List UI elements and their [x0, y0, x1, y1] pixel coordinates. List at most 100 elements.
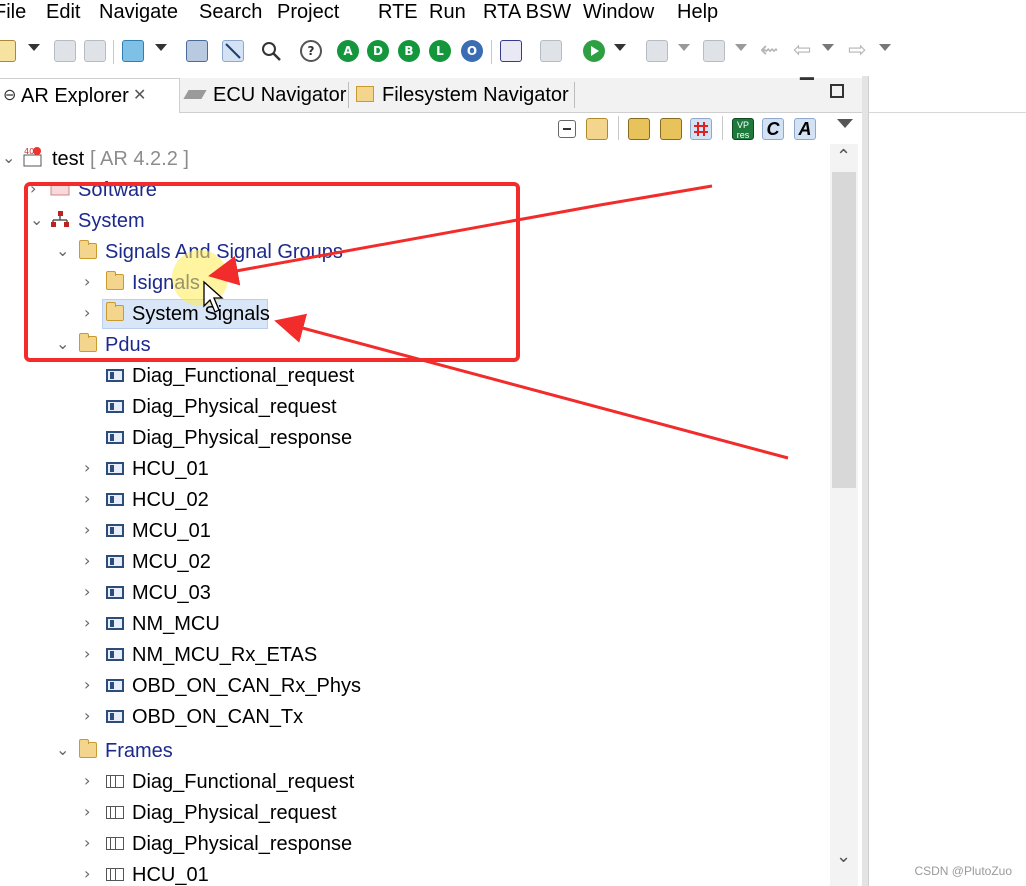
filter-icon[interactable]: [628, 118, 650, 140]
tree-item-pdu[interactable]: › MCU_02: [0, 547, 830, 577]
run-dropdown-icon[interactable]: [614, 44, 626, 51]
tree-item-label: OBD_ON_CAN_Rx_Phys: [132, 675, 361, 697]
toolbar-separator: [618, 116, 619, 140]
ecu-icon[interactable]: [540, 40, 562, 62]
a-icon[interactable]: A: [794, 118, 816, 140]
magnifier-icon[interactable]: [260, 40, 282, 62]
chevron-right-icon[interactable]: ›: [84, 488, 98, 510]
maximize-icon[interactable]: [830, 84, 844, 98]
link-editor-icon[interactable]: [222, 40, 244, 62]
tree-item-pdu[interactable]: › OBD_ON_CAN_Rx_Phys: [0, 671, 830, 701]
step-back-dropdown-icon[interactable]: [735, 44, 747, 51]
grid-icon[interactable]: [690, 118, 712, 140]
tab-ar-explorer[interactable]: ⊖ AR Explorer ✕: [0, 78, 180, 113]
forward-dropdown-icon[interactable]: [879, 44, 891, 51]
chevron-right-icon[interactable]: ›: [84, 674, 98, 696]
menu-navigate[interactable]: Navigate: [99, 0, 178, 24]
tree-item-frame[interactable]: › Diag_Functional_request: [0, 767, 830, 797]
c-icon[interactable]: C: [762, 118, 784, 140]
tree-item-frame[interactable]: › Diag_Physical_request: [0, 798, 830, 828]
chevron-down-icon[interactable]: ⌄: [56, 739, 70, 761]
chevron-right-icon[interactable]: ›: [84, 770, 98, 792]
tree-item-pdu[interactable]: Diag_Functional_request: [0, 361, 830, 391]
tree-item-pdu[interactable]: › HCU_02: [0, 485, 830, 515]
new-icon[interactable]: [0, 40, 16, 62]
tree-item-pdu[interactable]: › NM_MCU_Rx_ETAS: [0, 640, 830, 670]
tree-item-frame[interactable]: › HCU_01: [0, 860, 830, 886]
menu-file[interactable]: File: [0, 0, 26, 24]
tree-item-label: Diag_Functional_request: [132, 771, 355, 793]
chevron-right-icon[interactable]: ›: [84, 801, 98, 823]
tree-item-frame[interactable]: › Diag_Physical_response: [0, 829, 830, 859]
tree-item-pdu[interactable]: › OBD_ON_CAN_Tx: [0, 702, 830, 732]
step-back-icon[interactable]: [703, 40, 725, 62]
tree-item-pdu[interactable]: › MCU_01: [0, 516, 830, 546]
save-icon[interactable]: [54, 40, 76, 62]
chevron-right-icon[interactable]: ›: [84, 832, 98, 854]
menu-search[interactable]: Search: [199, 0, 262, 24]
chevron-down-icon[interactable]: ⌄: [2, 147, 16, 169]
green-l-icon[interactable]: L: [429, 40, 451, 62]
tree-item-pdu[interactable]: Diag_Physical_request: [0, 392, 830, 422]
tree-item-label: Diag_Physical_response: [132, 427, 353, 449]
green-d-icon[interactable]: D: [367, 40, 389, 62]
scrollbar-thumb[interactable]: [832, 172, 856, 488]
tree-item-pdu[interactable]: Diag_Physical_response: [0, 423, 830, 453]
help-icon[interactable]: ?: [300, 40, 322, 62]
filter-alt-icon[interactable]: [660, 118, 682, 140]
menu-run[interactable]: Run: [429, 0, 466, 24]
folder-icon: [79, 739, 97, 758]
menu-project[interactable]: Project: [277, 0, 339, 24]
tree-item-pdu[interactable]: › HCU_01: [0, 454, 830, 484]
green-a-icon[interactable]: A: [337, 40, 359, 62]
save-all-icon[interactable]: [84, 40, 106, 62]
collapse-all-icon[interactable]: [558, 120, 576, 138]
tree-item-pdu[interactable]: › MCU_03: [0, 578, 830, 608]
tab-ecu-navigator[interactable]: ECU Navigator: [183, 78, 346, 112]
chevron-right-icon[interactable]: ›: [84, 457, 98, 479]
annotation-box: [24, 182, 520, 362]
back-dropdown-icon[interactable]: [822, 44, 834, 51]
scroll-down-icon[interactable]: ⌄: [836, 846, 851, 867]
chevron-right-icon[interactable]: ›: [84, 705, 98, 727]
scroll-up-icon[interactable]: ⌃: [836, 146, 851, 167]
menu-help[interactable]: Help: [677, 0, 718, 24]
minimize-icon[interactable]: ▔: [800, 78, 814, 98]
menu-rte[interactable]: RTE: [378, 0, 418, 24]
ar-version-label: [ AR 4.2.2 ]: [90, 148, 189, 170]
close-icon[interactable]: ✕: [133, 79, 146, 113]
new-dropdown-icon[interactable]: [28, 44, 40, 51]
tab-filesystem-navigator-label: Filesystem Navigator: [382, 84, 569, 106]
pdu-icon: [106, 431, 124, 444]
chevron-right-icon[interactable]: ›: [84, 612, 98, 634]
tab-ar-explorer-label: AR Explorer: [21, 85, 129, 107]
link-with-editor-icon[interactable]: [586, 118, 608, 140]
chevron-right-icon[interactable]: ›: [84, 550, 98, 572]
run-icon[interactable]: [583, 40, 605, 62]
tree-item-pdu[interactable]: › NM_MCU: [0, 609, 830, 639]
report-icon[interactable]: [500, 40, 522, 62]
tab-filesystem-navigator[interactable]: Filesystem Navigator: [356, 78, 572, 112]
chevron-right-icon[interactable]: ›: [84, 519, 98, 541]
step-dropdown-icon[interactable]: [678, 44, 690, 51]
blue-o-icon[interactable]: O: [461, 40, 483, 62]
chevron-right-icon[interactable]: ›: [84, 643, 98, 665]
chevron-right-icon[interactable]: ›: [84, 863, 98, 885]
menu-edit[interactable]: Edit: [46, 0, 80, 24]
tree-item-frames[interactable]: ⌄ Frames: [0, 736, 830, 766]
step-icon[interactable]: [646, 40, 668, 62]
last-edit-icon[interactable]: ⇜: [760, 39, 778, 63]
green-b-icon[interactable]: B: [398, 40, 420, 62]
vp-res-icon[interactable]: VP res: [732, 118, 754, 140]
generate-icon[interactable]: [186, 40, 208, 62]
menu-rta-bsw[interactable]: RTA BSW: [483, 0, 571, 24]
menu-window[interactable]: Window: [583, 0, 654, 24]
view-menu-chevron-icon[interactable]: [837, 119, 853, 128]
forward-icon[interactable]: ⇨: [848, 39, 866, 63]
build-icon[interactable]: [122, 40, 144, 62]
tab-separator: [348, 82, 349, 108]
tree-root-test[interactable]: ⌄ 40 test [ AR 4.2.2 ]: [0, 144, 830, 174]
back-icon[interactable]: ⇦: [793, 39, 811, 63]
build-dropdown-icon[interactable]: [155, 44, 167, 51]
chevron-right-icon[interactable]: ›: [84, 581, 98, 603]
